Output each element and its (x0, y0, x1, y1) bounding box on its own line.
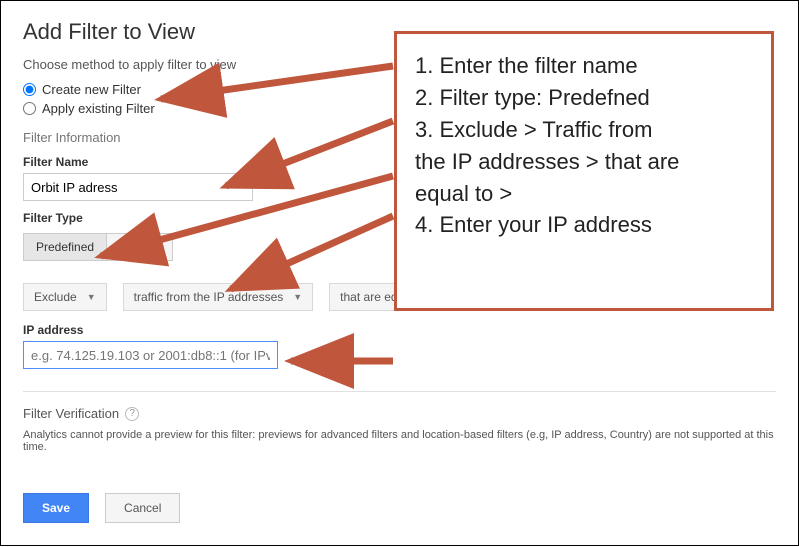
annotation-step-4: 4. Enter your IP address (415, 209, 753, 241)
create-new-filter-radio-input[interactable] (23, 83, 36, 96)
annotation-step-1: 1. Enter the filter name (415, 50, 753, 82)
annotation-box: 1. Enter the filter name 2. Filter type:… (394, 31, 774, 311)
annotation-step-2: 2. Filter type: Predefned (415, 82, 753, 114)
custom-button[interactable]: Custom (107, 233, 173, 261)
ip-address-label: IP address (23, 323, 776, 337)
divider (23, 391, 776, 392)
button-row: Save Cancel (23, 493, 776, 523)
source-dropdown[interactable]: traffic from the IP addresses ▼ (123, 283, 314, 311)
help-icon[interactable]: ? (125, 407, 139, 421)
filter-name-input[interactable] (23, 173, 253, 201)
predefined-button[interactable]: Predefined (23, 233, 107, 261)
apply-existing-filter-label: Apply existing Filter (42, 101, 155, 116)
annotation-step-3-line2: the IP addresses > that are (415, 146, 753, 178)
create-new-filter-label: Create new Filter (42, 82, 141, 97)
filter-type-toggle: Predefined Custom (23, 233, 173, 261)
caret-down-icon: ▼ (293, 292, 302, 302)
cancel-button[interactable]: Cancel (105, 493, 180, 523)
filter-verification-heading: Filter Verification ? (23, 406, 776, 421)
annotation-step-3-line3: equal to > (415, 178, 753, 210)
ip-address-input[interactable] (23, 341, 278, 369)
source-dropdown-label: traffic from the IP addresses (134, 290, 284, 304)
caret-down-icon: ▼ (87, 292, 96, 302)
filter-verification-label: Filter Verification (23, 406, 119, 421)
exclude-dropdown[interactable]: Exclude ▼ (23, 283, 107, 311)
filter-verification-text: Analytics cannot provide a preview for t… (23, 429, 776, 453)
save-button[interactable]: Save (23, 493, 89, 523)
exclude-dropdown-label: Exclude (34, 290, 77, 304)
annotation-step-3-line1: 3. Exclude > Traffic from (415, 114, 753, 146)
apply-existing-filter-radio-input[interactable] (23, 102, 36, 115)
